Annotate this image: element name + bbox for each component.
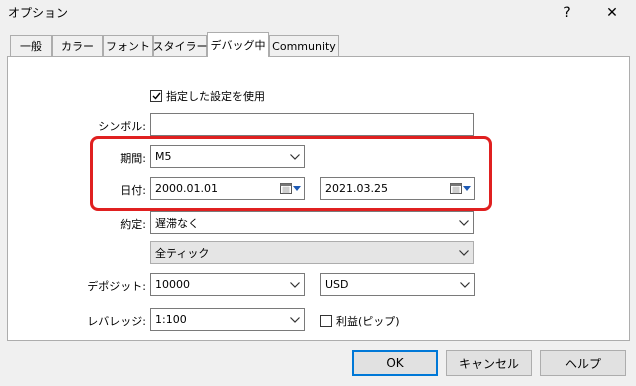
leverage-label: レバレッジ:	[87, 315, 146, 328]
model-select[interactable]: 全ティック	[150, 241, 474, 264]
model-value: 全ティック	[155, 246, 210, 260]
leverage-select[interactable]: 1:100	[150, 308, 305, 331]
profit-pips-row[interactable]: 利益(ピップ)	[320, 313, 400, 329]
execution-value: 遅滞なく	[155, 216, 199, 230]
currency-select[interactable]: USD	[320, 273, 475, 296]
help-title-button[interactable]: ?	[549, 0, 585, 26]
tab-color[interactable]: カラー	[52, 35, 103, 56]
use-specified-row[interactable]: 指定した設定を使用	[150, 88, 265, 104]
profit-pips-checkbox[interactable]	[320, 315, 332, 327]
tab-community[interactable]: Community	[269, 35, 339, 56]
profit-pips-label: 利益(ピップ)	[336, 315, 400, 328]
close-title-button[interactable]: ✕	[594, 0, 630, 26]
currency-value: USD	[325, 278, 349, 291]
use-specified-label: 指定した設定を使用	[166, 90, 265, 103]
window-title: オプション	[8, 6, 69, 20]
deposit-label: デポジット:	[87, 280, 146, 293]
symbol-input[interactable]	[150, 113, 474, 136]
ok-button[interactable]: OK	[352, 350, 438, 376]
tab-debug[interactable]: デバッグ中	[207, 32, 269, 57]
chevron-down-icon	[456, 281, 474, 288]
highlight-box	[90, 136, 492, 211]
cancel-button[interactable]: キャンセル	[446, 350, 532, 376]
leverage-value: 1:100	[155, 313, 187, 326]
deposit-value: 10000	[155, 278, 190, 291]
deposit-select[interactable]: 10000	[150, 273, 305, 296]
help-button[interactable]: ヘルプ	[540, 350, 626, 376]
symbol-label: シンボル:	[98, 120, 146, 133]
tab-styler[interactable]: スタイラー	[153, 35, 208, 56]
chevron-down-icon	[286, 281, 304, 288]
execution-label: 約定:	[120, 218, 146, 231]
chevron-down-icon	[455, 249, 473, 256]
chevron-down-icon	[286, 316, 304, 323]
tab-general[interactable]: 一般	[10, 35, 52, 56]
tab-font[interactable]: フォント	[103, 35, 153, 56]
execution-select[interactable]: 遅滞なく	[150, 211, 474, 234]
checkmark-icon	[152, 92, 161, 100]
use-specified-checkbox[interactable]	[150, 90, 162, 102]
chevron-down-icon	[455, 219, 473, 226]
